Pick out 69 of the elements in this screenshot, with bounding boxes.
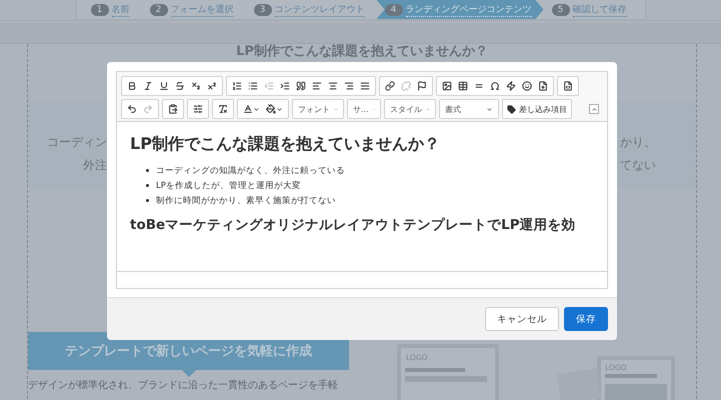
- step-number: 4: [384, 4, 402, 16]
- align-right-icon: [344, 81, 354, 91]
- underline-icon: [159, 81, 169, 91]
- bullet-icon: [146, 169, 149, 172]
- format-dropdown[interactable]: スタイル: [384, 99, 436, 119]
- superscript-icon: [207, 81, 217, 91]
- format-dropdown[interactable]: フォント: [292, 99, 344, 119]
- step-number: 2: [150, 4, 168, 16]
- subscript-icon: [191, 81, 201, 91]
- list-item: 制作に時間がかかり、素早く施策が打てない: [156, 194, 336, 207]
- template-icon: [538, 81, 548, 91]
- cancel-button[interactable]: キャンセル: [485, 307, 559, 331]
- source-icon: [563, 81, 573, 91]
- text-color-icon: [243, 104, 253, 114]
- caret-icon: [253, 106, 260, 112]
- bullet-icon: [146, 184, 149, 188]
- clear-format-icon: [218, 104, 228, 114]
- step-label: ランディングページコンテンツ: [406, 2, 532, 16]
- unlink-icon: [401, 81, 411, 91]
- outdent-icon: [264, 81, 274, 91]
- image-icon: [442, 81, 452, 91]
- content-heading: LP制作でこんな課題を抱えていませんか？: [130, 134, 441, 155]
- save-button[interactable]: 保存: [564, 307, 608, 331]
- italic-icon: [143, 81, 153, 91]
- paste-icon: [168, 104, 178, 114]
- table-icon: [458, 81, 468, 91]
- bullet-list-icon: [248, 81, 258, 91]
- merge-field-button[interactable]: 差し込み項目: [502, 99, 572, 119]
- link-icon: [385, 81, 395, 91]
- quote-icon: [296, 81, 306, 91]
- align-left-icon: [312, 81, 322, 91]
- content-subheading: toBeマーケティングオリジナルレイアウトテンプレートでLP運用を効: [130, 216, 577, 234]
- problem-text: コーディン: [47, 134, 107, 151]
- smiley-icon: [522, 81, 532, 91]
- caret-icon: [486, 106, 493, 112]
- collapse-toolbar-button[interactable]: [589, 104, 599, 114]
- indent-icon: [280, 81, 290, 91]
- body-text: デザインが標準化され、ブランドに沿った一貫性のあるページを手軽: [28, 380, 339, 392]
- ordered-list-icon: [232, 81, 242, 91]
- omega-icon: [490, 81, 500, 91]
- tag-icon: [507, 104, 516, 114]
- problem-text: 外注: [83, 157, 107, 174]
- bullet-icon: [146, 199, 149, 202]
- flag-icon: [417, 81, 427, 91]
- list-item: LPを作成したが、管理と運用が大変: [156, 180, 301, 192]
- problem-text: かり、: [620, 134, 656, 151]
- step-label: コンテンツレイアウト: [274, 2, 364, 16]
- section-heading: LP制作でこんな課題を抱えていませんか？: [235, 44, 489, 59]
- bold-icon: [127, 81, 137, 91]
- bg-color-icon: [266, 104, 276, 114]
- step-number: 5: [552, 4, 570, 16]
- step-number: 3: [254, 4, 272, 16]
- justify-icon: [360, 81, 370, 91]
- align-center-icon: [328, 81, 338, 91]
- collapse-icon: [590, 106, 598, 112]
- problem-text: てない: [620, 157, 656, 174]
- redo-icon: [143, 104, 153, 114]
- format-dropdown[interactable]: 書式: [439, 99, 499, 119]
- list-item: コーディングの知識がなく、外注に頼っている: [156, 164, 345, 177]
- caret-icon: [276, 106, 283, 112]
- flash-icon: [506, 81, 516, 91]
- format-dropdown[interactable]: サ...: [347, 99, 381, 119]
- strike-icon: [175, 81, 185, 91]
- step-number: 1: [90, 4, 108, 16]
- undo-icon: [127, 104, 137, 114]
- step-label: 名前: [112, 2, 130, 16]
- step-label: フォームを選択: [170, 2, 234, 16]
- step-label: 確認して保存: [572, 2, 626, 16]
- sliders-icon: [193, 104, 203, 114]
